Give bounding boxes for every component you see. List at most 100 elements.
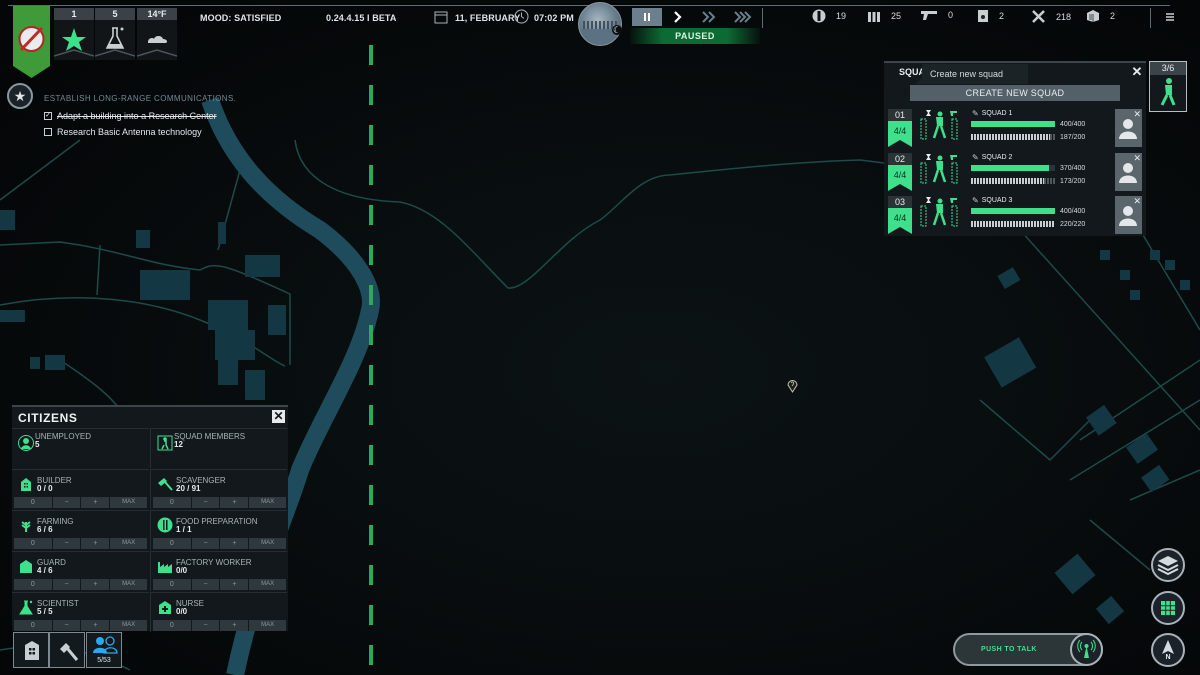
squad-number: 03	[888, 196, 912, 208]
stat-badge-weather[interactable]: 14°F	[137, 8, 177, 60]
resource-materials[interactable]: 2	[1086, 9, 1115, 23]
menu-icon[interactable]	[1165, 12, 1175, 22]
squad-panel-close-button[interactable]: ✕	[1131, 65, 1143, 78]
location-marker-icon[interactable]	[787, 378, 798, 393]
max-button[interactable]: MAX	[249, 538, 286, 549]
resource-fuel[interactable]: 2	[977, 9, 1004, 23]
job-controls: 0− + MAX	[14, 579, 147, 590]
assign-value[interactable]: 0	[14, 497, 52, 508]
tools-icon	[1032, 10, 1045, 23]
assign-value[interactable]: 0	[14, 620, 52, 631]
increase-button[interactable]: +	[81, 538, 110, 549]
decrease-button[interactable]: −	[191, 579, 220, 590]
decrease-button[interactable]: −	[52, 620, 81, 631]
tab-citizens[interactable]: 5/53	[86, 632, 122, 668]
objective-star-icon[interactable]: ★	[7, 83, 33, 109]
stat-badge-level[interactable]: 1	[54, 8, 94, 60]
max-button[interactable]: MAX	[110, 497, 147, 508]
remove-leader-icon[interactable]: ✕	[1133, 154, 1141, 163]
increase-button[interactable]: +	[81, 620, 110, 631]
push-to-talk-button[interactable]: PUSH TO TALK	[953, 633, 1103, 666]
squad-members-ribbon: 4/4	[888, 165, 912, 191]
layers-icon	[1157, 556, 1179, 576]
fast-forward-button[interactable]	[694, 8, 724, 26]
tab-buildings[interactable]	[13, 632, 49, 668]
assign-value[interactable]: 0	[153, 538, 191, 549]
radio-button[interactable]	[1070, 633, 1103, 666]
create-squad-button[interactable]: CREATE NEW SQUAD	[910, 85, 1120, 101]
assign-value[interactable]: 0	[14, 579, 52, 590]
decrease-button[interactable]: −	[52, 579, 81, 590]
assign-value[interactable]: 0	[14, 538, 52, 549]
edit-pencil-icon[interactable]: ✎	[972, 109, 979, 118]
squad-number: 02	[888, 153, 912, 165]
mood-status: MOOD: SATISFIED	[200, 13, 282, 23]
squad-leader-avatar[interactable]: ✕	[1115, 109, 1142, 147]
assign-value[interactable]: 0	[153, 497, 191, 508]
assign-value[interactable]: 0	[153, 620, 191, 631]
objective-task-1: ✓ Adapt a building into a Research Cente…	[44, 111, 217, 121]
max-button[interactable]: MAX	[249, 497, 286, 508]
citizen-unemployed: UNEMPLOYED 5	[12, 428, 149, 468]
max-button[interactable]: MAX	[249, 579, 286, 590]
faction-emblem[interactable]	[13, 6, 50, 78]
job-count: 0/0	[176, 607, 188, 616]
star-icon	[54, 28, 94, 57]
layers-button[interactable]	[1151, 548, 1185, 582]
squad-loadout-icon	[920, 154, 958, 184]
tab-scavenging[interactable]	[49, 632, 85, 668]
resource-food[interactable]: 19	[812, 9, 846, 23]
increase-button[interactable]: +	[220, 538, 249, 549]
play-button[interactable]	[663, 8, 693, 26]
compass-button[interactable]: N	[1151, 633, 1185, 667]
assign-value[interactable]: 0	[153, 579, 191, 590]
temperature-value: 14°F	[137, 8, 177, 20]
resource-weapons[interactable]: 0	[920, 9, 953, 21]
squad-name[interactable]: ✎ SQUAD 3	[972, 196, 1012, 205]
grid-button[interactable]	[1151, 591, 1185, 625]
citizens-close-button[interactable]: ✕	[272, 410, 285, 423]
food-icon	[812, 9, 826, 23]
unemployed-label: UNEMPLOYED	[35, 432, 92, 441]
edit-pencil-icon[interactable]: ✎	[972, 196, 979, 205]
decrease-button[interactable]: −	[191, 538, 220, 549]
increase-button[interactable]: +	[81, 579, 110, 590]
decrease-button[interactable]: −	[52, 538, 81, 549]
decrease-button[interactable]: −	[191, 620, 220, 631]
decrease-button[interactable]: −	[52, 497, 81, 508]
top-divider-vertical	[762, 8, 763, 28]
wheat-icon	[21, 521, 31, 532]
max-button[interactable]: MAX	[110, 579, 147, 590]
increase-button[interactable]: +	[220, 579, 249, 590]
squad-leader-avatar[interactable]: ✕	[1115, 153, 1142, 191]
citizen-squad-members: SQUAD MEMBERS 12	[150, 428, 287, 468]
squad-row[interactable]: 02 4/4 ✎ SQUAD 2 370/400 173/200 ✕	[888, 153, 1143, 193]
decrease-button[interactable]: −	[191, 497, 220, 508]
pause-button[interactable]	[632, 8, 662, 26]
increase-button[interactable]: +	[220, 620, 249, 631]
resource-parts[interactable]: 218	[1031, 9, 1071, 24]
squad-leader-avatar[interactable]: ✕	[1115, 196, 1142, 234]
speed-status: PAUSED	[630, 28, 760, 44]
max-button[interactable]: MAX	[249, 620, 286, 631]
squad-supply-bar	[971, 178, 1055, 184]
max-button[interactable]: MAX	[110, 538, 147, 549]
remove-leader-icon[interactable]: ✕	[1133, 110, 1141, 119]
remove-leader-icon[interactable]: ✕	[1133, 197, 1141, 206]
squad-row[interactable]: 03 4/4 ✎ SQUAD 3 400/400 220/220 ✕	[888, 196, 1143, 236]
stat-badge-research[interactable]: 5	[95, 8, 135, 60]
squad-row[interactable]: 01 4/4 ✎ SQUAD 1 400/400 187/200 ✕	[888, 109, 1143, 149]
job-count: 20 / 91	[176, 484, 201, 493]
squad-count-badge[interactable]: 3/6	[1149, 61, 1187, 112]
job-label: FACTORY WORKER	[176, 558, 252, 567]
edit-pencil-icon[interactable]: ✎	[972, 153, 979, 162]
squad-name[interactable]: ✎ SQUAD 1	[972, 109, 1012, 118]
fastest-forward-button[interactable]	[728, 8, 758, 26]
squad-members-label: SQUAD MEMBERS	[174, 432, 246, 441]
resource-ammo[interactable]: 25	[867, 9, 901, 23]
increase-button[interactable]: +	[220, 497, 249, 508]
increase-button[interactable]: +	[81, 497, 110, 508]
axe-icon	[158, 478, 173, 491]
squad-name[interactable]: ✎ SQUAD 2	[972, 153, 1012, 162]
max-button[interactable]: MAX	[110, 620, 147, 631]
